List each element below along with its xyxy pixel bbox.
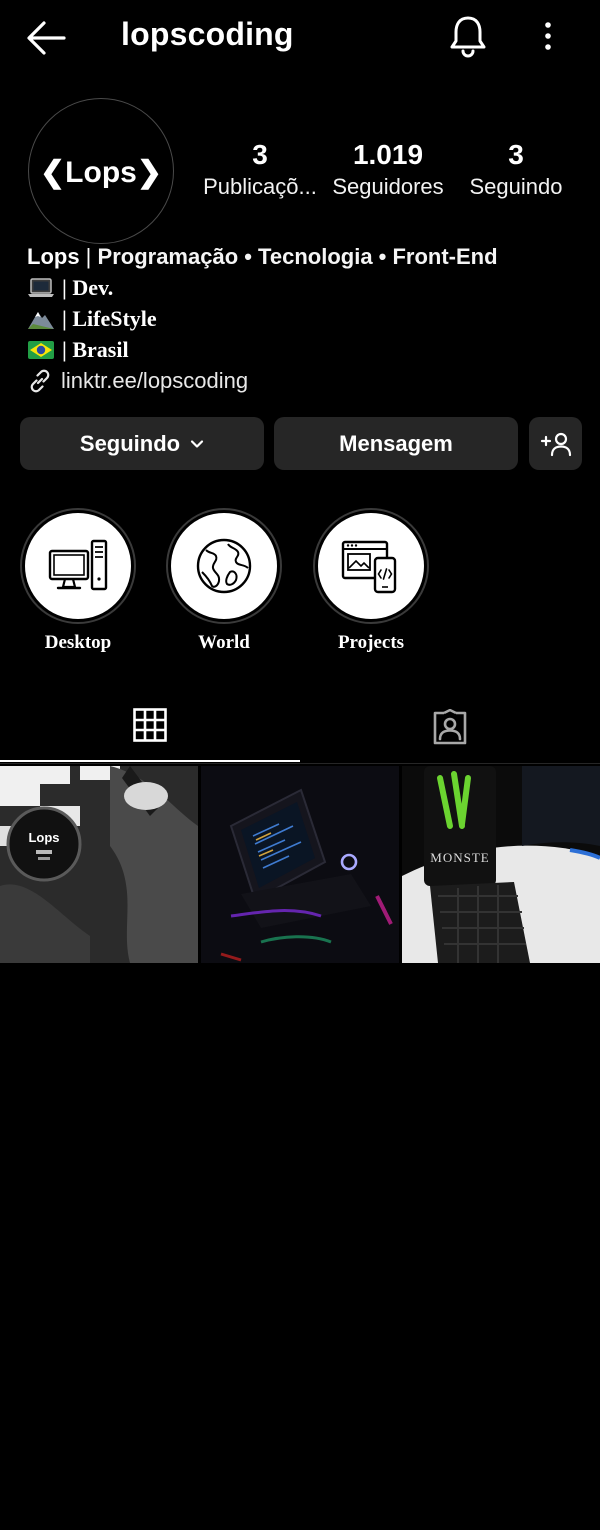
profile-username: lopscoding <box>121 16 294 52</box>
add-user-icon <box>540 432 571 456</box>
brazil-flag-emoji-icon <box>28 340 54 359</box>
post-thumbnail[interactable] <box>201 766 399 963</box>
bio-separator: | <box>79 244 98 269</box>
posts-grid: Lops MONSTE <box>0 766 600 963</box>
following-button-label: Seguindo <box>79 430 181 456</box>
display-name: Lops <box>27 244 80 269</box>
following-count: 3 <box>508 139 524 170</box>
stat-followers[interactable]: 1.019 Seguidores <box>326 138 450 202</box>
globe-icon <box>196 538 252 594</box>
more-vertical-icon <box>545 22 551 50</box>
profile-tabs <box>0 690 600 764</box>
following-button[interactable]: Seguindo <box>20 417 264 470</box>
post-image-setup <box>201 766 399 963</box>
bio-line-dev: | Dev. <box>27 272 587 303</box>
suggest-users-button[interactable] <box>529 417 582 470</box>
can-brand-text: MONSTE <box>430 850 489 865</box>
arrow-left-icon <box>27 21 66 55</box>
highlight-desktop[interactable]: Desktop <box>20 508 136 654</box>
notifications-button[interactable] <box>448 14 488 58</box>
highlight-cover <box>25 513 131 619</box>
avatar-logo-text: ❮Lops❯ <box>40 156 162 190</box>
following-label: Seguindo <box>469 174 563 199</box>
profile-page: lopscoding ❮Lops❯ 3 Publicaçõ... 1.019 S… <box>0 0 600 1530</box>
bio-categories: Programação • Tecnologia • Front-End <box>97 244 498 269</box>
bio-link[interactable]: linktr.ee/lopscoding <box>27 365 587 397</box>
highlight-cover <box>171 513 277 619</box>
laptop-emoji-icon <box>28 277 54 297</box>
bell-icon <box>450 16 486 58</box>
profile-avatar[interactable]: ❮Lops❯ <box>28 98 174 244</box>
highlight-world[interactable]: World <box>166 508 282 654</box>
desktop-computer-icon <box>48 539 108 591</box>
highlight-ring <box>166 508 282 624</box>
tab-posts-grid[interactable] <box>0 690 300 762</box>
post-thumbnail[interactable]: MONSTE <box>402 766 600 963</box>
tab-tagged[interactable] <box>300 690 600 764</box>
highlight-label: Projects <box>337 632 405 653</box>
mountain-emoji-icon <box>28 311 54 329</box>
code-devices-icon <box>341 540 397 594</box>
highlight-projects[interactable]: Projects <box>313 508 429 654</box>
post-image-monster: MONSTE <box>402 766 600 963</box>
post-image-watch: Lops <box>0 766 198 963</box>
link-icon <box>30 369 50 393</box>
tagged-person-icon <box>433 709 467 745</box>
bio-line-brasil: | Brasil <box>27 334 587 365</box>
highlight-label: Desktop <box>44 632 112 653</box>
highlight-ring <box>313 508 429 624</box>
bio-line-text: | Brasil <box>62 337 129 362</box>
highlight-label: World <box>198 632 250 653</box>
posts-label: Publicaçõ... <box>203 174 317 199</box>
bio-header: Lops | Programação • Tecnologia • Front-… <box>27 242 587 272</box>
posts-count: 3 <box>252 139 268 170</box>
more-options-button[interactable] <box>534 18 562 56</box>
highlight-cover <box>318 513 424 619</box>
followers-count: 1.019 <box>352 139 424 170</box>
profile-bio: Lops | Programação • Tecnologia • Front-… <box>27 242 587 397</box>
bio-line-lifestyle: | LifeStyle <box>27 303 587 334</box>
stat-following[interactable]: 3 Seguindo <box>460 138 572 202</box>
message-button[interactable]: Mensagem <box>274 417 518 470</box>
post-thumbnail[interactable]: Lops <box>0 766 198 963</box>
lops-logo: ❮Lops❯ <box>40 156 162 190</box>
chevron-down-icon <box>191 439 204 448</box>
back-button[interactable] <box>24 18 68 58</box>
top-bar: lopscoding <box>0 0 600 74</box>
stat-posts[interactable]: 3 Publicaçõ... <box>196 138 324 202</box>
bio-link-text[interactable]: linktr.ee/lopscoding <box>61 365 248 397</box>
bio-line-text: | LifeStyle <box>62 306 157 331</box>
grid-icon <box>133 708 167 742</box>
watch-logo-text: Lops <box>28 830 59 845</box>
followers-label: Seguidores <box>332 174 444 199</box>
message-button-label: Mensagem <box>339 430 453 456</box>
bio-line-text: | Dev. <box>62 275 114 300</box>
highlight-ring <box>20 508 136 624</box>
